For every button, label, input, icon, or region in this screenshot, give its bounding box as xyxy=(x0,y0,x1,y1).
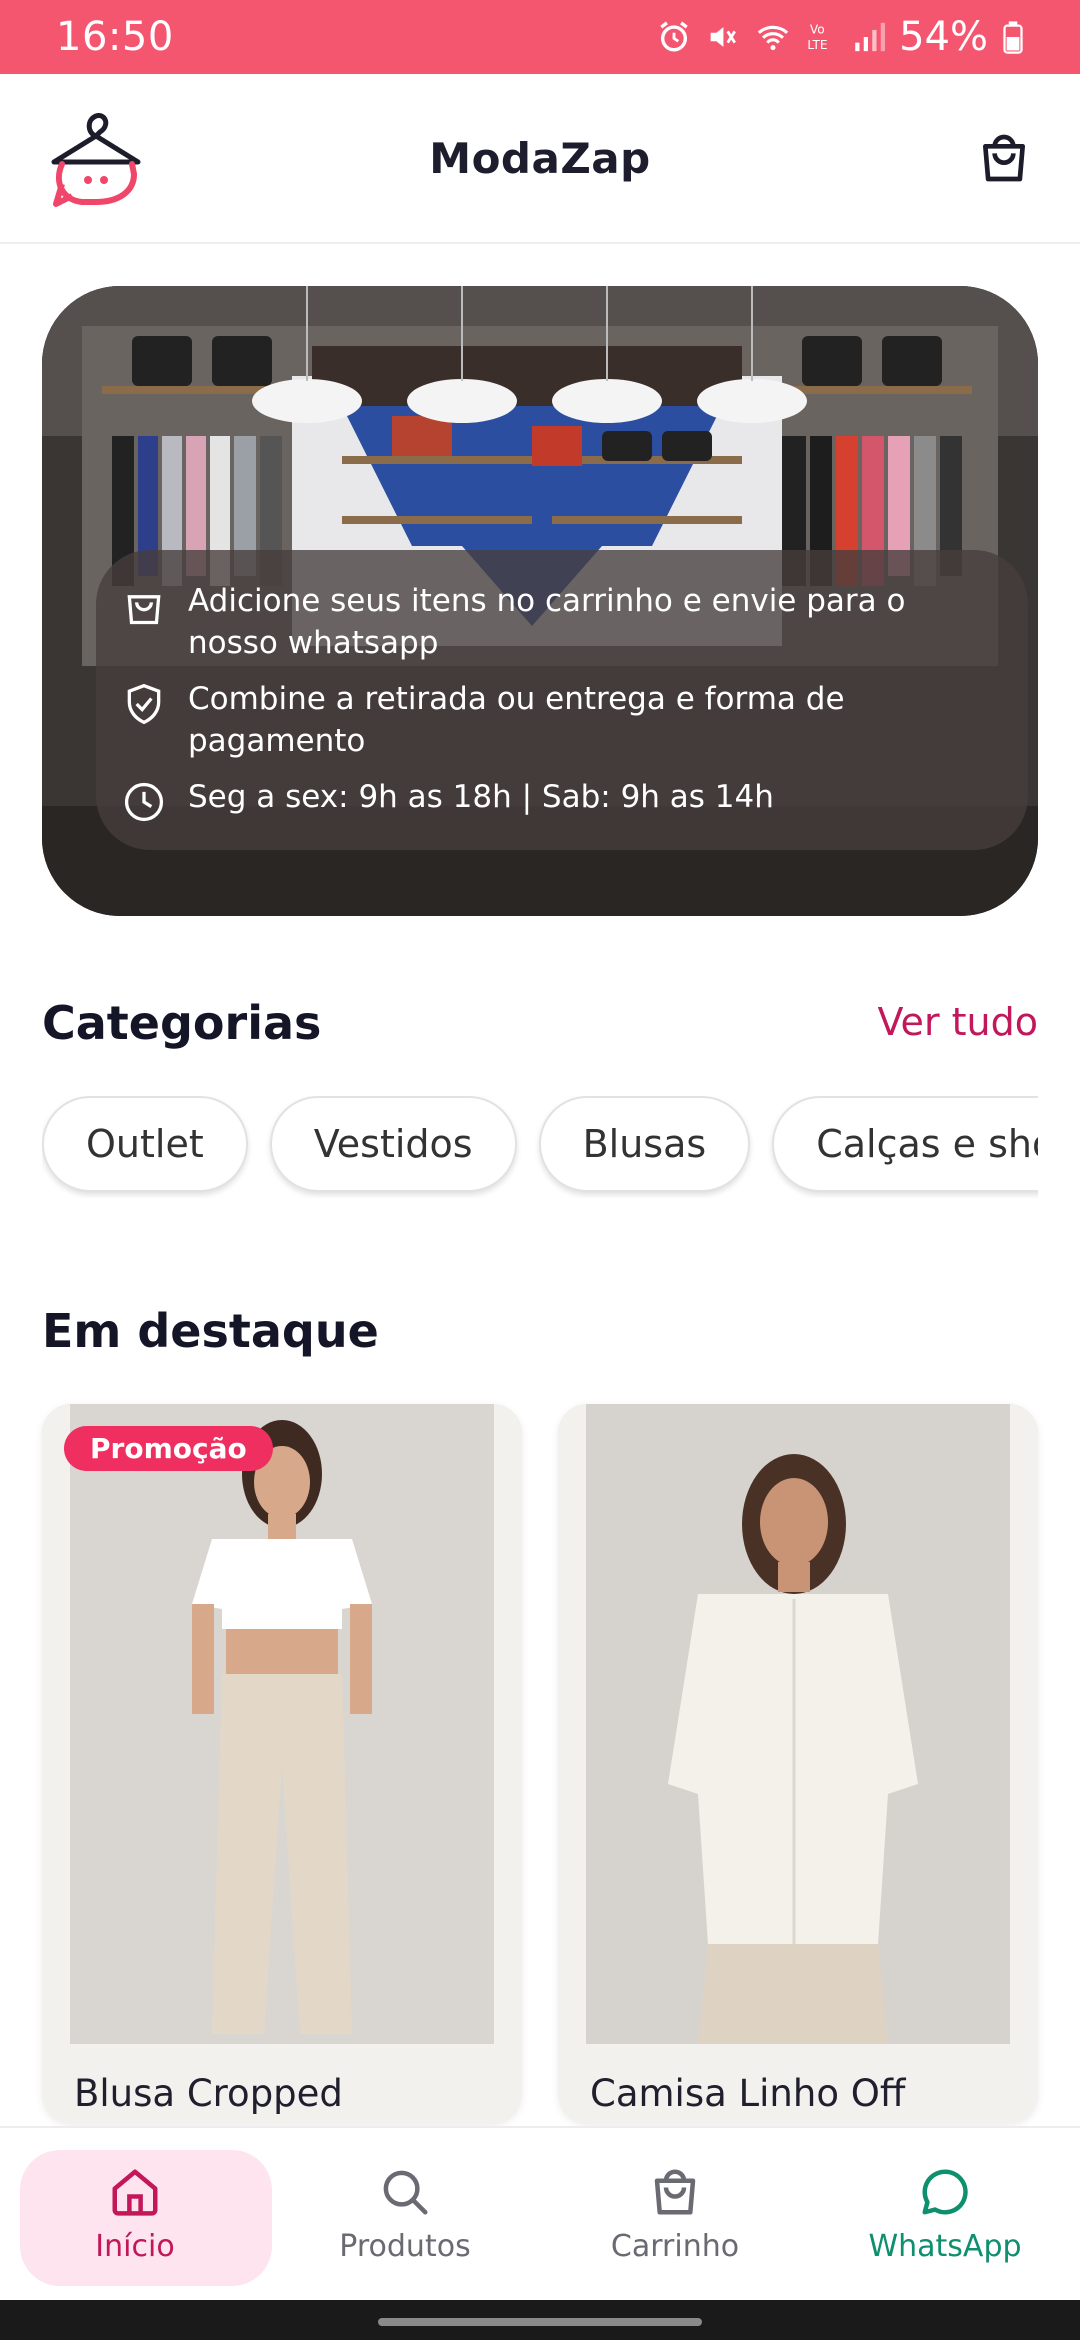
category-chip-calcas[interactable]: Calças e shorts xyxy=(772,1096,1038,1192)
volte-icon: Vo LTE xyxy=(808,22,828,52)
app-header: ModaZap xyxy=(0,74,1080,244)
wifi-icon xyxy=(757,25,789,51)
nav-whatsapp-label: WhatsApp xyxy=(868,2228,1022,2264)
nav-cart-label: Carrinho xyxy=(610,2228,740,2264)
nav-products-label: Produtos xyxy=(339,2228,471,2264)
battery-percent: 54% xyxy=(899,14,988,60)
bag-icon xyxy=(127,595,161,625)
battery-icon xyxy=(1003,21,1023,54)
alarm-icon xyxy=(660,21,688,52)
category-chip-blusas[interactable]: Blusas xyxy=(538,1096,751,1192)
promo-badge: Promoção xyxy=(64,1426,273,1471)
home-gesture-handle[interactable] xyxy=(378,2318,702,2326)
chat-icon xyxy=(922,2168,968,2214)
hero-banner: Adicione seus itens no carrinho e envie … xyxy=(42,286,1038,916)
category-chip-outlet[interactable]: Outlet xyxy=(42,1096,248,1192)
clock-icon xyxy=(124,782,164,822)
logo-hanger-icon[interactable] xyxy=(48,104,144,214)
product-card[interactable]: Promoção Blusa Cropped xyxy=(42,1404,522,2124)
info-text: Combine a retirada ou entrega e forma de… xyxy=(188,681,845,759)
nav-whatsapp[interactable]: WhatsApp xyxy=(810,2128,1080,2300)
shield-check-icon xyxy=(127,683,161,725)
status-time: 16:50 xyxy=(56,14,174,60)
bottom-nav: Início Produtos Carrinho WhatsApp xyxy=(0,2126,1080,2300)
system-gesture-bar xyxy=(0,2300,1080,2340)
featured-title: Em destaque xyxy=(42,1304,379,1358)
bag-icon xyxy=(654,2169,696,2214)
see-all-link[interactable]: Ver tudo xyxy=(878,1000,1038,1044)
product-image xyxy=(42,1404,522,2044)
nav-products[interactable]: Produtos xyxy=(270,2128,540,2300)
categories-title: Categorias xyxy=(42,996,322,1050)
nav-cart[interactable]: Carrinho xyxy=(540,2128,810,2300)
signal-icon xyxy=(855,22,886,52)
home-icon xyxy=(112,2169,158,2216)
product-name: Blusa Cropped xyxy=(74,2072,343,2115)
status-icons: Vo LTE 54% xyxy=(657,14,1024,60)
category-chip-vestidos[interactable]: Vestidos xyxy=(269,1096,517,1192)
product-card[interactable]: Camisa Linho Off xyxy=(558,1404,1038,2124)
info-row-delivery: Combine a retirada ou entrega e forma de… xyxy=(122,678,998,762)
category-chips: Outlet Vestidos Blusas Calças e shorts xyxy=(42,1096,1038,1198)
search-icon xyxy=(383,2170,428,2214)
info-text: Adicione seus itens no carrinho e envie … xyxy=(188,583,906,661)
status-bar: 16:50 Vo LTE 54% xyxy=(0,0,1080,74)
mute-icon xyxy=(710,27,737,47)
cart-bag-icon[interactable] xyxy=(976,130,1032,186)
info-panel: Adicione seus itens no carrinho e envie … xyxy=(96,550,1028,850)
info-row-cart: Adicione seus itens no carrinho e envie … xyxy=(122,580,998,664)
info-row-hours: Seg a sex: 9h as 18h | Sab: 9h as 14h xyxy=(122,776,998,824)
nav-home-label: Início xyxy=(95,2228,175,2264)
product-name: Camisa Linho Off xyxy=(590,2072,906,2115)
info-text: Seg a sex: 9h as 18h | Sab: 9h as 14h xyxy=(188,779,774,815)
svg-text:LTE: LTE xyxy=(808,38,828,52)
app-title: ModaZap xyxy=(429,133,651,183)
product-image xyxy=(558,1404,1038,2044)
nav-home[interactable]: Início xyxy=(0,2128,272,2300)
svg-text:Vo: Vo xyxy=(810,22,825,36)
